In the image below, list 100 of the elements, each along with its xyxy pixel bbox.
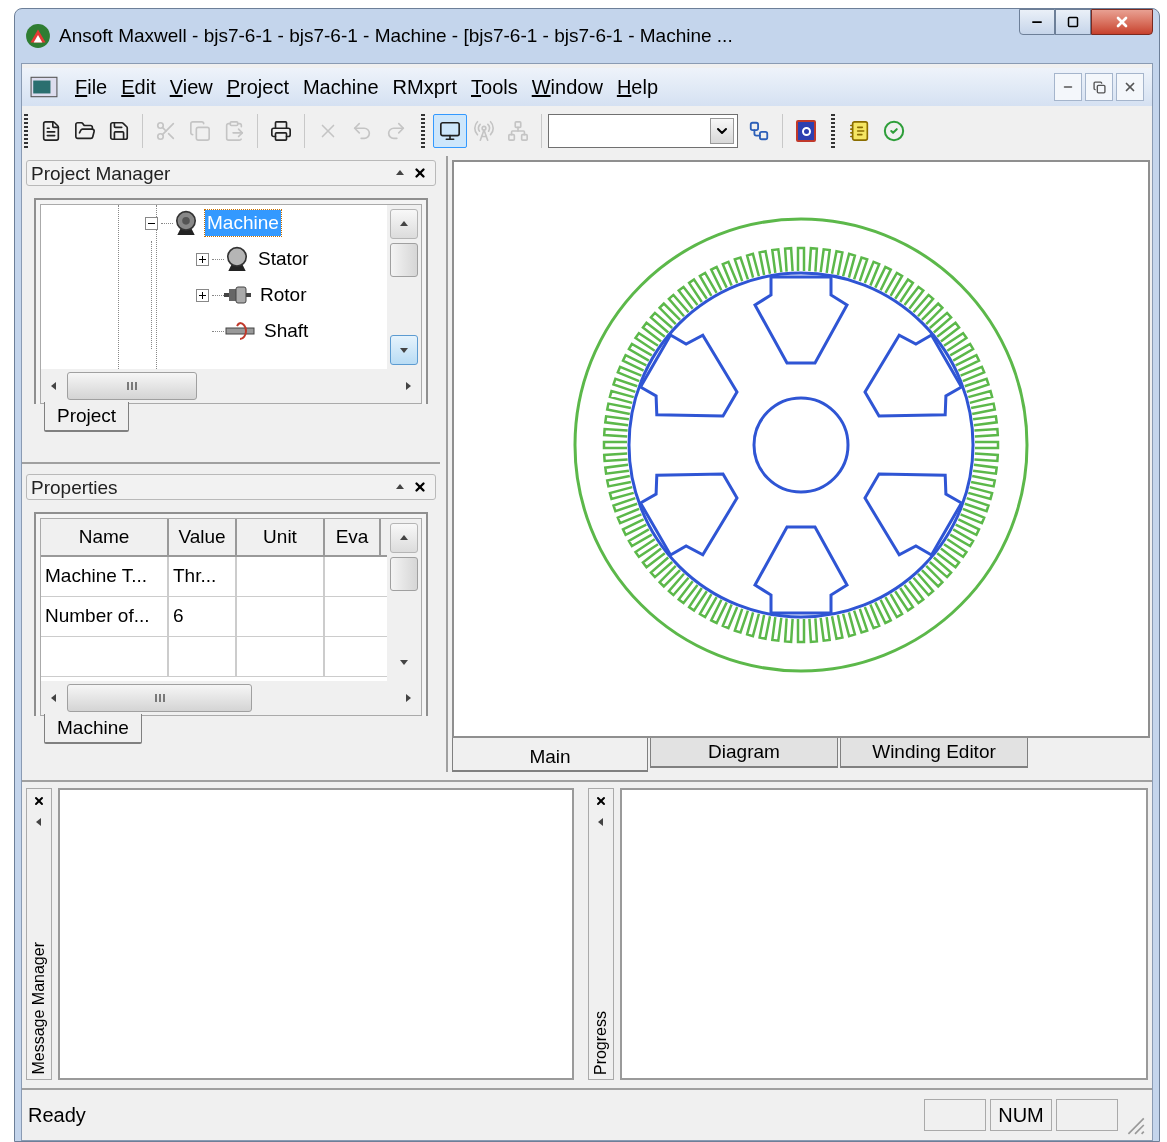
shaft-icon <box>224 320 256 342</box>
down-arrow-icon[interactable] <box>399 345 409 355</box>
minimize-button[interactable] <box>1019 9 1055 35</box>
scrollbar-thumb[interactable] <box>67 684 252 712</box>
redo-icon <box>385 120 407 142</box>
tree-item[interactable]: Shaft <box>262 318 311 344</box>
toolbar-grip[interactable] <box>831 114 835 148</box>
undo-icon <box>351 120 373 142</box>
menu-item[interactable]: RMxprt <box>385 77 464 97</box>
menu-item[interactable]: Project <box>219 77 296 97</box>
column-header[interactable]: Eva <box>325 519 381 555</box>
pin-arrow-icon[interactable] <box>596 817 606 827</box>
up-arrow-icon[interactable] <box>399 219 409 229</box>
up-arrow-icon[interactable] <box>399 533 409 543</box>
grip-icon <box>153 693 166 703</box>
table-cell: Machine T... <box>41 557 169 596</box>
child-close-button[interactable] <box>1116 73 1144 101</box>
menu-item[interactable]: Machine <box>295 77 386 97</box>
toolbar-grip[interactable] <box>421 114 425 148</box>
scroll-up-button[interactable] <box>390 209 418 239</box>
status-pane <box>1056 1099 1118 1131</box>
table-cell: Number of... <box>41 597 169 636</box>
view-tab[interactable]: Diagram <box>650 738 838 768</box>
monitor-button[interactable] <box>433 114 467 148</box>
scrollbar-thumb[interactable] <box>390 557 418 591</box>
check-icon <box>883 120 905 142</box>
horizontal-scrollbar[interactable] <box>41 681 421 715</box>
maximize-button[interactable] <box>1055 9 1091 35</box>
grip-icon <box>126 381 138 391</box>
restore-icon <box>1092 80 1106 94</box>
child-restore-button[interactable] <box>1085 73 1113 101</box>
vertical-scrollbar[interactable] <box>387 519 421 681</box>
maximize-icon <box>1067 16 1079 28</box>
table-cell: 6 <box>169 597 237 636</box>
status-indicator: NUM <box>990 1099 1052 1131</box>
collapse-icon[interactable] <box>395 482 405 492</box>
tree-item[interactable]: Stator <box>256 246 311 272</box>
document-icon <box>40 120 62 142</box>
monitor-icon <box>439 120 461 142</box>
close-icon <box>1123 80 1137 94</box>
close-icon[interactable] <box>413 480 427 494</box>
scrollbar-thumb[interactable] <box>390 243 418 277</box>
scroll-down-button[interactable] <box>390 335 418 365</box>
horizontal-scrollbar[interactable] <box>41 369 421 403</box>
left-arrow-icon[interactable] <box>49 381 59 391</box>
column-header[interactable]: Name <box>41 519 169 555</box>
left-arrow-icon[interactable] <box>49 693 59 703</box>
close-icon[interactable] <box>595 795 607 807</box>
rotor-icon <box>224 285 252 305</box>
hierarchy-icon <box>748 120 770 142</box>
q-logo-icon <box>796 120 816 142</box>
pane-title: Message Manager <box>29 942 48 1075</box>
panel-tab[interactable]: Machine <box>44 714 142 744</box>
column-header[interactable]: Value <box>169 519 237 555</box>
view-tab[interactable]: Winding Editor <box>840 738 1028 768</box>
close-icon <box>1114 14 1130 30</box>
panel-title: Properties <box>31 477 118 497</box>
expander-toggle[interactable] <box>195 252 209 266</box>
right-arrow-icon[interactable] <box>403 381 413 391</box>
toolbar-grip[interactable] <box>24 114 28 148</box>
close-icon[interactable] <box>413 166 427 180</box>
pane-title: Progress <box>591 1010 610 1075</box>
pin-arrow-icon[interactable] <box>34 817 44 827</box>
expander-toggle[interactable] <box>195 288 209 302</box>
right-arrow-icon[interactable] <box>403 693 413 703</box>
folder-icon <box>74 120 96 142</box>
close-icon[interactable] <box>33 795 45 807</box>
menu-item[interactable]: File <box>68 77 115 97</box>
app-logo-icon <box>25 23 51 49</box>
window-title: Ansoft Maxwell - bjs7-6-1 - bjs7-6-1 - Machine - [bjs7-6-1 - bjs7-6-1 - Machine ... <box>59 23 733 48</box>
menu-item[interactable]: Help <box>609 77 666 97</box>
view-dropdown[interactable] <box>548 114 738 148</box>
collapse-icon[interactable] <box>395 168 405 178</box>
panel-tab[interactable]: Project <box>44 402 130 432</box>
network-icon <box>507 120 529 142</box>
menu-item[interactable]: Window <box>524 77 610 97</box>
vertical-scrollbar[interactable] <box>387 205 421 369</box>
close-button[interactable] <box>1091 9 1153 35</box>
tree-item[interactable]: Rotor <box>258 282 309 308</box>
scroll-up-button[interactable] <box>390 523 418 553</box>
table-cell: Thr... <box>169 557 237 596</box>
dropdown-button[interactable] <box>710 118 734 144</box>
document-window-icon <box>30 76 58 98</box>
panel-title: Project Manager <box>31 163 171 183</box>
view-tab[interactable]: Main <box>452 738 648 772</box>
menu-item[interactable]: Edit <box>114 77 163 97</box>
scissors-icon <box>155 120 177 142</box>
copy-icon <box>189 120 211 142</box>
scrollbar-thumb[interactable] <box>67 372 197 400</box>
column-header[interactable]: Unit <box>237 519 325 555</box>
status-pane <box>924 1099 986 1131</box>
menu-item[interactable]: View <box>162 77 220 97</box>
notepad-icon <box>849 120 871 142</box>
antenna-icon <box>473 120 495 142</box>
down-arrow-icon[interactable] <box>399 657 409 667</box>
clipboard-icon <box>223 120 245 142</box>
status-text: Ready <box>28 1103 86 1128</box>
printer-icon <box>270 120 292 142</box>
expander-toggle[interactable] <box>144 216 158 230</box>
menu-item[interactable]: Tools <box>464 77 525 97</box>
